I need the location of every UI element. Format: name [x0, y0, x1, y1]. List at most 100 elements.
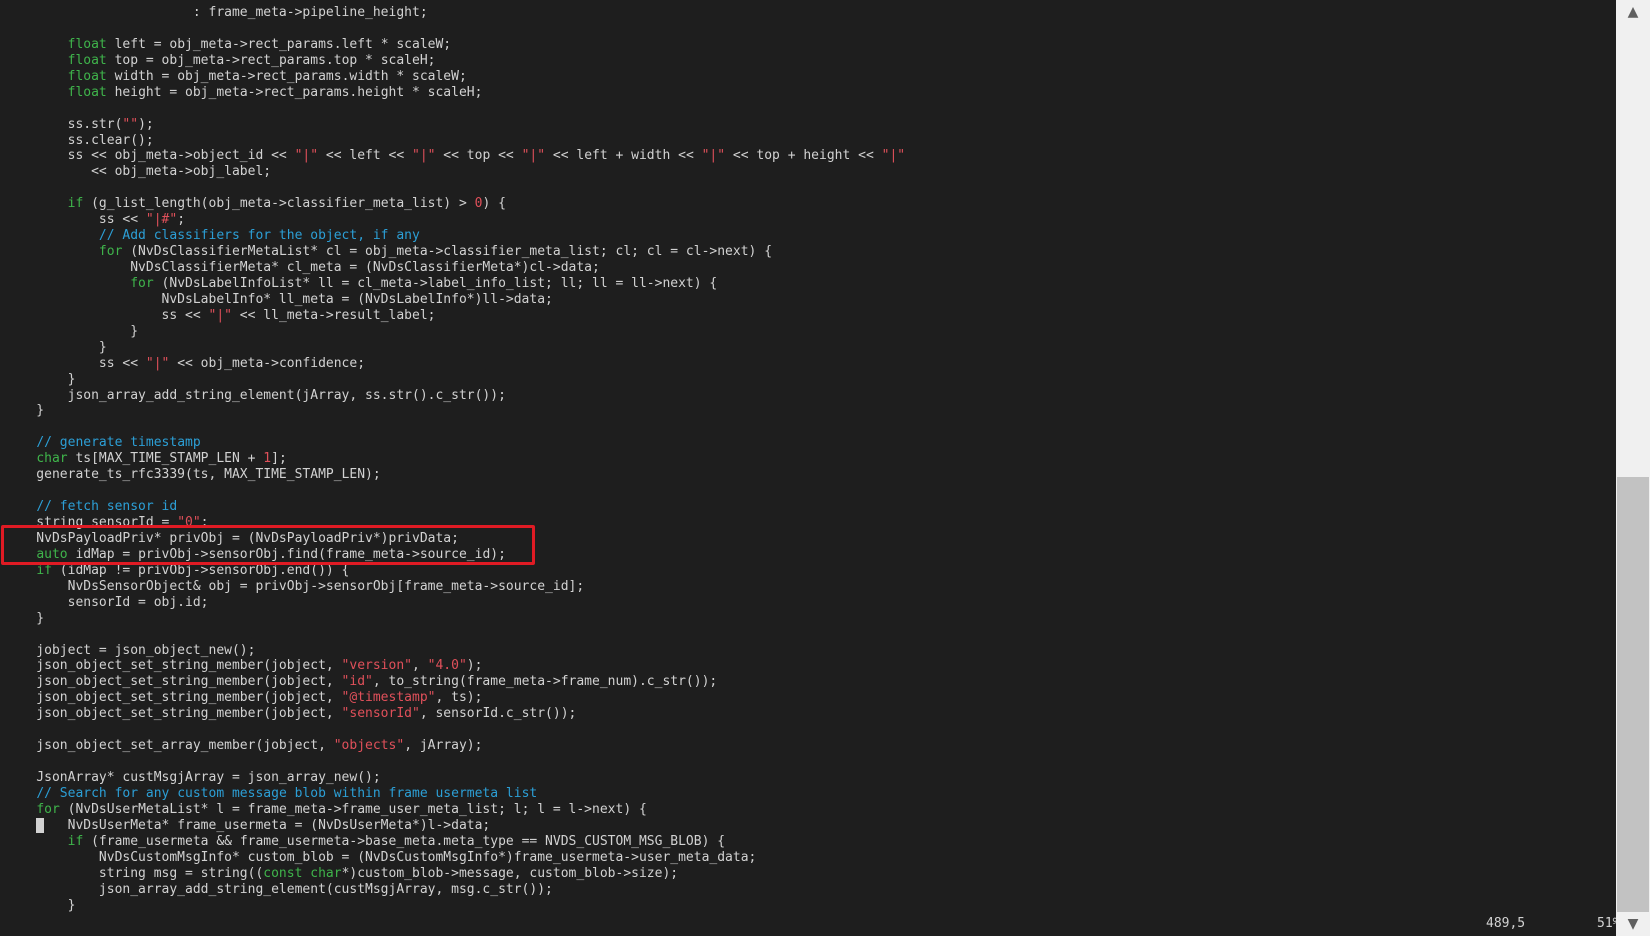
code-line[interactable]: float top = obj_meta->rect_params.top * …: [5, 53, 905, 69]
scroll-thumb[interactable]: [1617, 477, 1649, 912]
code-text: );: [138, 116, 154, 132]
code-text: ;: [177, 212, 186, 228]
code-line[interactable]: [5, 627, 905, 643]
code-keyword: for: [130, 275, 154, 291]
code-text: }: [5, 323, 139, 339]
code-line[interactable]: ss.str("");: [5, 117, 905, 133]
code-text: , jArray);: [404, 738, 483, 754]
code-text: NvDsUserMeta* frame_usermeta = (NvDsUser…: [44, 817, 491, 833]
code-line[interactable]: // fetch sensor id: [5, 499, 905, 515]
code-line[interactable]: if (g_list_length(obj_meta->classifier_m…: [5, 196, 905, 212]
code-line[interactable]: // Search for any custom message blob wi…: [5, 786, 905, 802]
code-line[interactable]: for (NvDsLabelInfoList* ll = cl_meta->la…: [5, 276, 905, 292]
code-line[interactable]: [5, 722, 905, 738]
code-text: << top + height <<: [725, 148, 882, 164]
code-line[interactable]: << obj_meta->obj_label;: [5, 164, 905, 180]
code-line[interactable]: [5, 21, 905, 37]
code-view[interactable]: : frame_meta->pipeline_height; float lef…: [5, 5, 905, 913]
code-line[interactable]: ss << obj_meta->object_id << "|" << left…: [5, 148, 906, 164]
code-keyword: if: [36, 562, 52, 578]
code-line[interactable]: NvDsLabelInfo* ll_meta = (NvDsLabelInfo*…: [5, 292, 905, 308]
code-string: "|": [145, 355, 170, 371]
code-line[interactable]: json_object_set_string_member(jobject, "…: [5, 674, 905, 690]
code-line[interactable]: float height = obj_meta->rect_params.hei…: [5, 85, 905, 101]
code-line[interactable]: generate_ts_rfc3339(ts, MAX_TIME_STAMP_L…: [5, 467, 905, 483]
code-line[interactable]: ss << "|" << ll_meta->result_label;: [5, 308, 905, 324]
code-string: "|": [881, 148, 906, 164]
code-line[interactable]: sensorId = obj.id;: [5, 595, 905, 611]
code-line[interactable]: for (NvDsUserMetaList* l = frame_meta->f…: [5, 802, 905, 818]
code-line[interactable]: }: [5, 340, 905, 356]
code-line[interactable]: [5, 101, 905, 117]
code-text: ) {: [482, 196, 506, 212]
code-line[interactable]: char ts[MAX_TIME_STAMP_LEN + 1];: [5, 451, 905, 467]
code-line[interactable]: json_object_set_array_member(jobject, "o…: [5, 738, 905, 754]
code-line[interactable]: [5, 483, 905, 499]
code-line[interactable]: // Add classifiers for the object, if an…: [5, 228, 905, 244]
code-comment: // fetch sensor id: [36, 499, 178, 515]
code-text: << left <<: [318, 148, 412, 164]
code-string: "": [122, 116, 139, 132]
code-line[interactable]: JsonArray* custMsgjArray = json_array_ne…: [5, 770, 905, 786]
code-line[interactable]: float left = obj_meta->rect_params.left …: [5, 37, 905, 53]
code-line[interactable]: jobject = json_object_new();: [5, 643, 905, 659]
code-text: string msg = string((: [5, 865, 264, 881]
cursor-position: 489,5: [1486, 916, 1526, 931]
code-line[interactable]: float width = obj_meta->rect_params.widt…: [5, 69, 905, 85]
code-line[interactable]: if (frame_usermeta && frame_usermeta->ba…: [5, 834, 905, 850]
code-line[interactable]: NvDsClassifierMeta* cl_meta = (NvDsClass…: [5, 260, 905, 276]
code-line[interactable]: NvDsSensorObject& obj = privObj->sensorO…: [5, 579, 905, 595]
code-line[interactable]: NvDsUserMeta* frame_usermeta = (NvDsUser…: [5, 817, 905, 834]
code-text: NvDsCustomMsgInfo* custom_blob = (NvDsCu…: [5, 849, 757, 865]
code-text: (g_list_length(obj_meta->classifier_meta…: [83, 196, 475, 212]
code-line[interactable]: : frame_meta->pipeline_height;: [5, 5, 905, 21]
code-text: ,: [412, 658, 428, 674]
code-line[interactable]: [5, 180, 905, 196]
code-line[interactable]: ss << "|" << obj_meta->confidence;: [5, 356, 905, 372]
code-line[interactable]: string msg = string((const char*)custom_…: [5, 866, 905, 882]
code-line[interactable]: if (idMap != privObj->sensorObj.end()) {: [5, 563, 905, 579]
code-text: << ll_meta->result_label;: [231, 307, 436, 323]
code-line[interactable]: }: [5, 324, 905, 340]
code-keyword: char: [36, 451, 68, 467]
scroll-up-icon[interactable]: ▲: [1616, 2, 1650, 22]
code-string: "version": [341, 658, 412, 674]
scroll-track[interactable]: [1616, 24, 1650, 912]
code-text: NvDsLabelInfo* ll_meta = (NvDsLabelInfo*…: [5, 291, 553, 307]
code-line[interactable]: json_array_add_string_element(jArray, ss…: [5, 388, 905, 404]
code-line[interactable]: ss << "|#";: [5, 212, 905, 228]
code-line[interactable]: NvDsCustomMsgInfo* custom_blob = (NvDsCu…: [5, 850, 905, 866]
code-text: ts[MAX_TIME_STAMP_LEN +: [67, 451, 264, 467]
code-line[interactable]: for (NvDsClassifierMetaList* cl = obj_me…: [5, 244, 905, 260]
code-string: "|": [521, 148, 546, 164]
scroll-down-icon[interactable]: ▼: [1616, 914, 1650, 934]
code-line[interactable]: json_object_set_string_member(jobject, "…: [5, 706, 905, 722]
code-line[interactable]: [5, 754, 905, 770]
code-string: "|": [294, 148, 319, 164]
annotation-highlight-box: [1, 525, 535, 565]
code-text: ss <<: [5, 355, 146, 371]
code-text: ss << obj_meta->object_id <<: [5, 148, 295, 164]
code-text: }: [5, 339, 107, 355]
code-line[interactable]: [5, 419, 905, 435]
code-line[interactable]: }: [5, 403, 905, 419]
code-string: "id": [341, 674, 373, 690]
code-text: ss.clear();: [5, 132, 154, 148]
vertical-scrollbar[interactable]: ▲ ▼: [1616, 0, 1650, 936]
code-line[interactable]: json_array_add_string_element(custMsgjAr…: [5, 882, 905, 898]
code-line[interactable]: // generate timestamp: [5, 435, 905, 451]
terminal-window[interactable]: : frame_meta->pipeline_height; float lef…: [0, 0, 1616, 936]
code-line[interactable]: }: [5, 898, 905, 914]
code-line[interactable]: ss.clear();: [5, 133, 905, 149]
code-line[interactable]: json_object_set_string_member(jobject, "…: [5, 658, 905, 674]
code-line[interactable]: json_object_set_string_member(jobject, "…: [5, 690, 905, 706]
code-line[interactable]: }: [5, 611, 905, 627]
code-line[interactable]: }: [5, 372, 905, 388]
